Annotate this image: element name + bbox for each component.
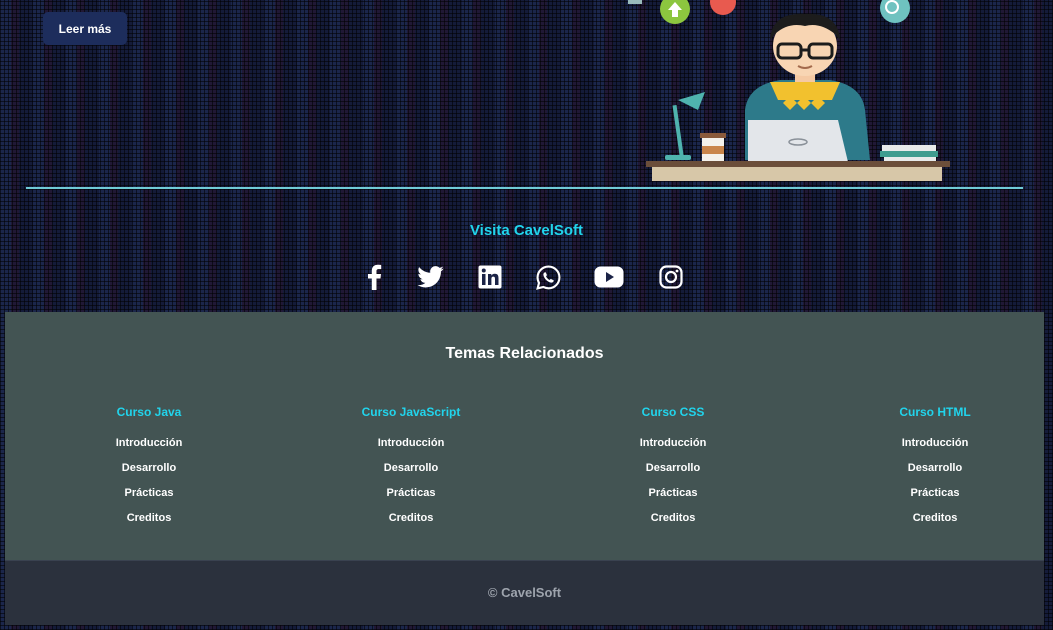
link-creditos[interactable]: Creditos (651, 512, 696, 524)
linkedin-icon[interactable] (475, 262, 505, 292)
read-more-button[interactable]: Leer más (43, 12, 127, 45)
course-column-java: Curso Java Introducción Desarrollo Práct… (49, 404, 249, 536)
link-practicas[interactable]: Prácticas (125, 487, 174, 499)
instagram-icon[interactable] (656, 262, 686, 292)
link-introduccion[interactable]: Introducción (640, 437, 707, 449)
link-creditos[interactable]: Creditos (389, 512, 434, 524)
twitter-icon[interactable] (415, 262, 445, 292)
course-title: Curso CSS (641, 405, 705, 419)
link-creditos[interactable]: Creditos (127, 512, 172, 524)
copyright-text: © CavelSoft (487, 585, 562, 600)
link-practicas[interactable]: Prácticas (649, 487, 698, 499)
course-title: Curso HTML (899, 405, 971, 419)
course-column-html: Curso HTML Introducción Desarrollo Práct… (835, 404, 1035, 536)
footer-bar: © CavelSoft (5, 560, 1044, 625)
youtube-icon[interactable] (594, 262, 624, 292)
developer-illustration (628, 0, 950, 181)
link-introduccion[interactable]: Introducción (902, 437, 969, 449)
section-divider (26, 187, 1023, 189)
course-column-javascript: Curso JavaScript Introducción Desarrollo… (311, 404, 511, 536)
related-topics-section: Temas Relacionados Curso Java Introducci… (5, 312, 1044, 560)
course-title: Curso Java (116, 405, 182, 419)
link-introduccion[interactable]: Introducción (378, 437, 445, 449)
social-links (0, 262, 1053, 292)
facebook-icon[interactable] (359, 262, 389, 292)
related-topics-title: Temas Relacionados (445, 345, 604, 362)
link-desarrollo[interactable]: Desarrollo (646, 462, 700, 474)
course-column-css: Curso CSS Introducción Desarrollo Prácti… (573, 404, 773, 536)
link-desarrollo[interactable]: Desarrollo (384, 462, 438, 474)
course-title: Curso JavaScript (361, 405, 461, 419)
link-introduccion[interactable]: Introducción (116, 437, 183, 449)
link-desarrollo[interactable]: Desarrollo (122, 462, 176, 474)
link-creditos[interactable]: Creditos (913, 512, 958, 524)
whatsapp-icon[interactable] (533, 262, 563, 292)
social-heading: Visita CavelSoft (469, 222, 584, 239)
link-practicas[interactable]: Prácticas (387, 487, 436, 499)
link-desarrollo[interactable]: Desarrollo (908, 462, 962, 474)
link-practicas[interactable]: Prácticas (911, 487, 960, 499)
